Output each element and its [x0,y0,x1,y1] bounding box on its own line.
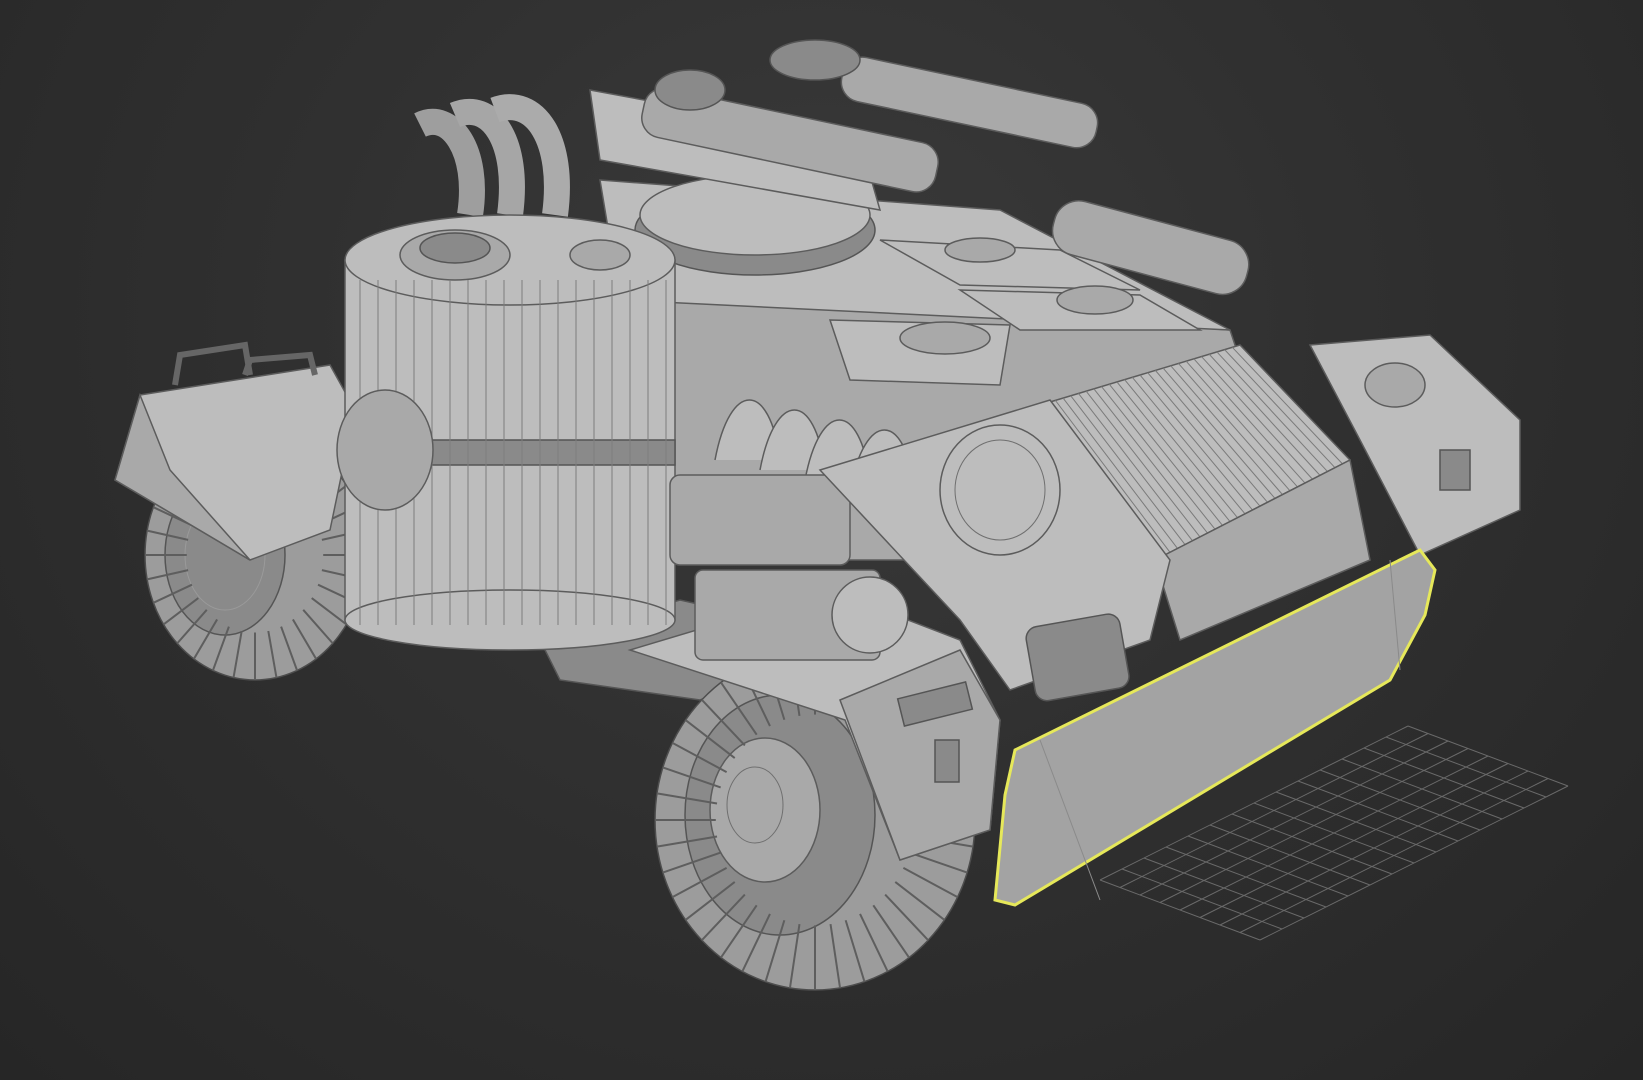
3d-viewport[interactable] [0,0,1643,1080]
scene-canvas[interactable] [0,0,1643,1080]
fuel-tank[interactable] [336,214,676,651]
exhaust-pipes[interactable] [414,94,570,217]
